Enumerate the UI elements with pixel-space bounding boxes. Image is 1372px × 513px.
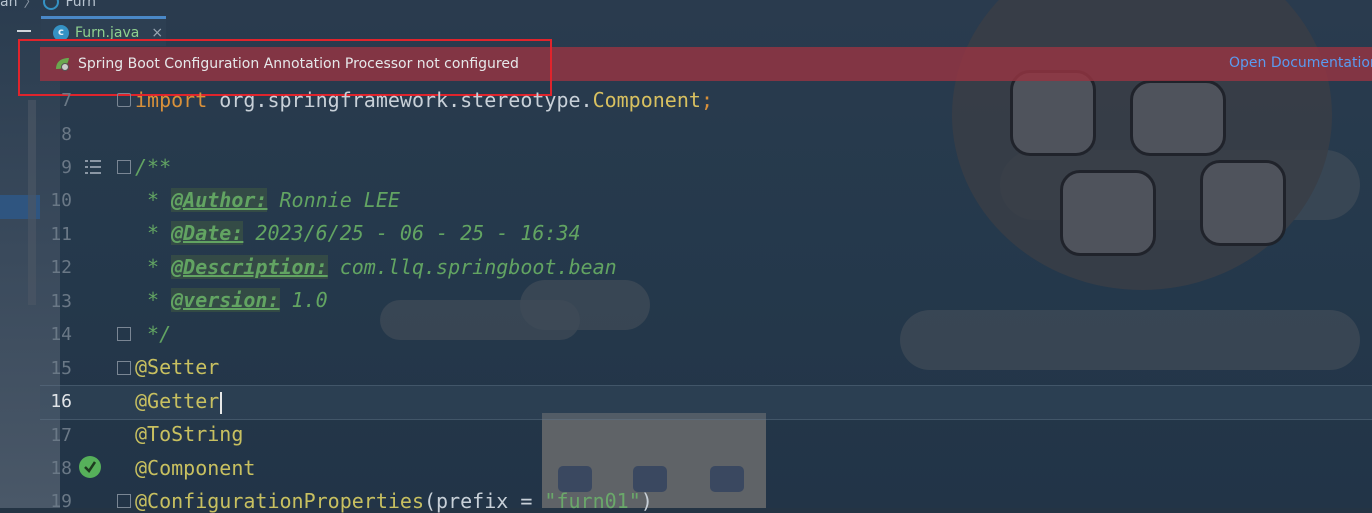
code-text: ) [640, 489, 653, 513]
open-documentation-link[interactable]: Open Documentation [1229, 55, 1372, 71]
fold-icon[interactable] [117, 160, 131, 174]
line-number: 12 [50, 257, 72, 278]
doc-star: * [135, 255, 172, 279]
annotation: @Getter [135, 389, 220, 413]
line-number: 10 [50, 190, 72, 211]
breadcrumb-separator: 〉 [23, 0, 38, 11]
doc-value: Ronnie LEE [267, 188, 400, 212]
line-number: 7 [61, 90, 72, 111]
code-text: org.springframework.stereotype. [207, 88, 593, 112]
class-icon [43, 0, 60, 10]
fold-icon[interactable] [117, 93, 131, 107]
fold-icon[interactable] [117, 494, 131, 508]
code-line[interactable]: */ [135, 322, 171, 346]
spring-bean-icon[interactable] [79, 456, 101, 478]
punctuation: ; [700, 88, 713, 112]
code-line[interactable]: @Component [135, 456, 255, 480]
line-number: 16 [50, 391, 72, 412]
doc-star: * [135, 221, 172, 245]
line-number: 8 [61, 124, 72, 145]
keyword: import [135, 88, 208, 112]
code-line[interactable]: /** [135, 155, 171, 179]
text-caret [220, 391, 223, 414]
current-line-highlight [40, 385, 1372, 420]
doc-value: 2023/6/25 - 06 - 25 - 16:34 [243, 221, 581, 245]
annotation: @ConfigurationProperties [135, 489, 424, 513]
line-number: 17 [50, 425, 72, 446]
code-text: (prefix = [423, 489, 545, 513]
code-line[interactable]: * @Author: Ronnie LEE [135, 188, 400, 212]
breadcrumb-item[interactable]: Furn [65, 0, 96, 10]
doc-value: com.llq.springboot.bean [327, 255, 617, 279]
line-number: 9 [61, 157, 72, 178]
line-number: 18 [50, 458, 72, 479]
code-line[interactable]: @Getter [135, 389, 223, 414]
breadcrumb-item[interactable]: an [0, 0, 17, 10]
doc-value: 1.0 [279, 288, 328, 312]
code-line[interactable]: @ToString [135, 422, 243, 446]
line-number: 14 [50, 324, 72, 345]
minimize-icon[interactable] [17, 30, 31, 32]
javadoc-tag: @version: [171, 288, 280, 312]
fold-icon[interactable] [117, 361, 131, 375]
line-number: 11 [50, 224, 72, 245]
code-line[interactable]: * @Date: 2023/6/25 - 06 - 25 - 16:34 [135, 221, 581, 245]
javadoc-tag: @Description: [171, 255, 328, 279]
code-line[interactable]: @Setter [135, 355, 219, 379]
breadcrumb: an 〉 Furn [0, 0, 96, 12]
fold-icon[interactable] [117, 327, 131, 341]
string-literal: "furn01" [544, 489, 641, 513]
code-line[interactable]: * @version: 1.0 [135, 288, 328, 312]
code-line[interactable]: @ConfigurationProperties(prefix = "furn0… [135, 489, 653, 513]
javadoc-tag: @Date: [171, 221, 244, 245]
line-number: 15 [50, 358, 72, 379]
doc-star: * [135, 288, 172, 312]
class-name: Component [592, 88, 701, 112]
doc-star: * [135, 188, 172, 212]
line-number: 19 [50, 491, 72, 512]
code-line[interactable]: * @Description: com.llq.springboot.bean [135, 255, 617, 279]
doc-render-icon[interactable] [84, 158, 102, 176]
code-line[interactable]: import org.springframework.stereotype.Co… [135, 88, 713, 112]
javadoc-tag: @Author: [171, 188, 268, 212]
line-number: 13 [50, 291, 72, 312]
